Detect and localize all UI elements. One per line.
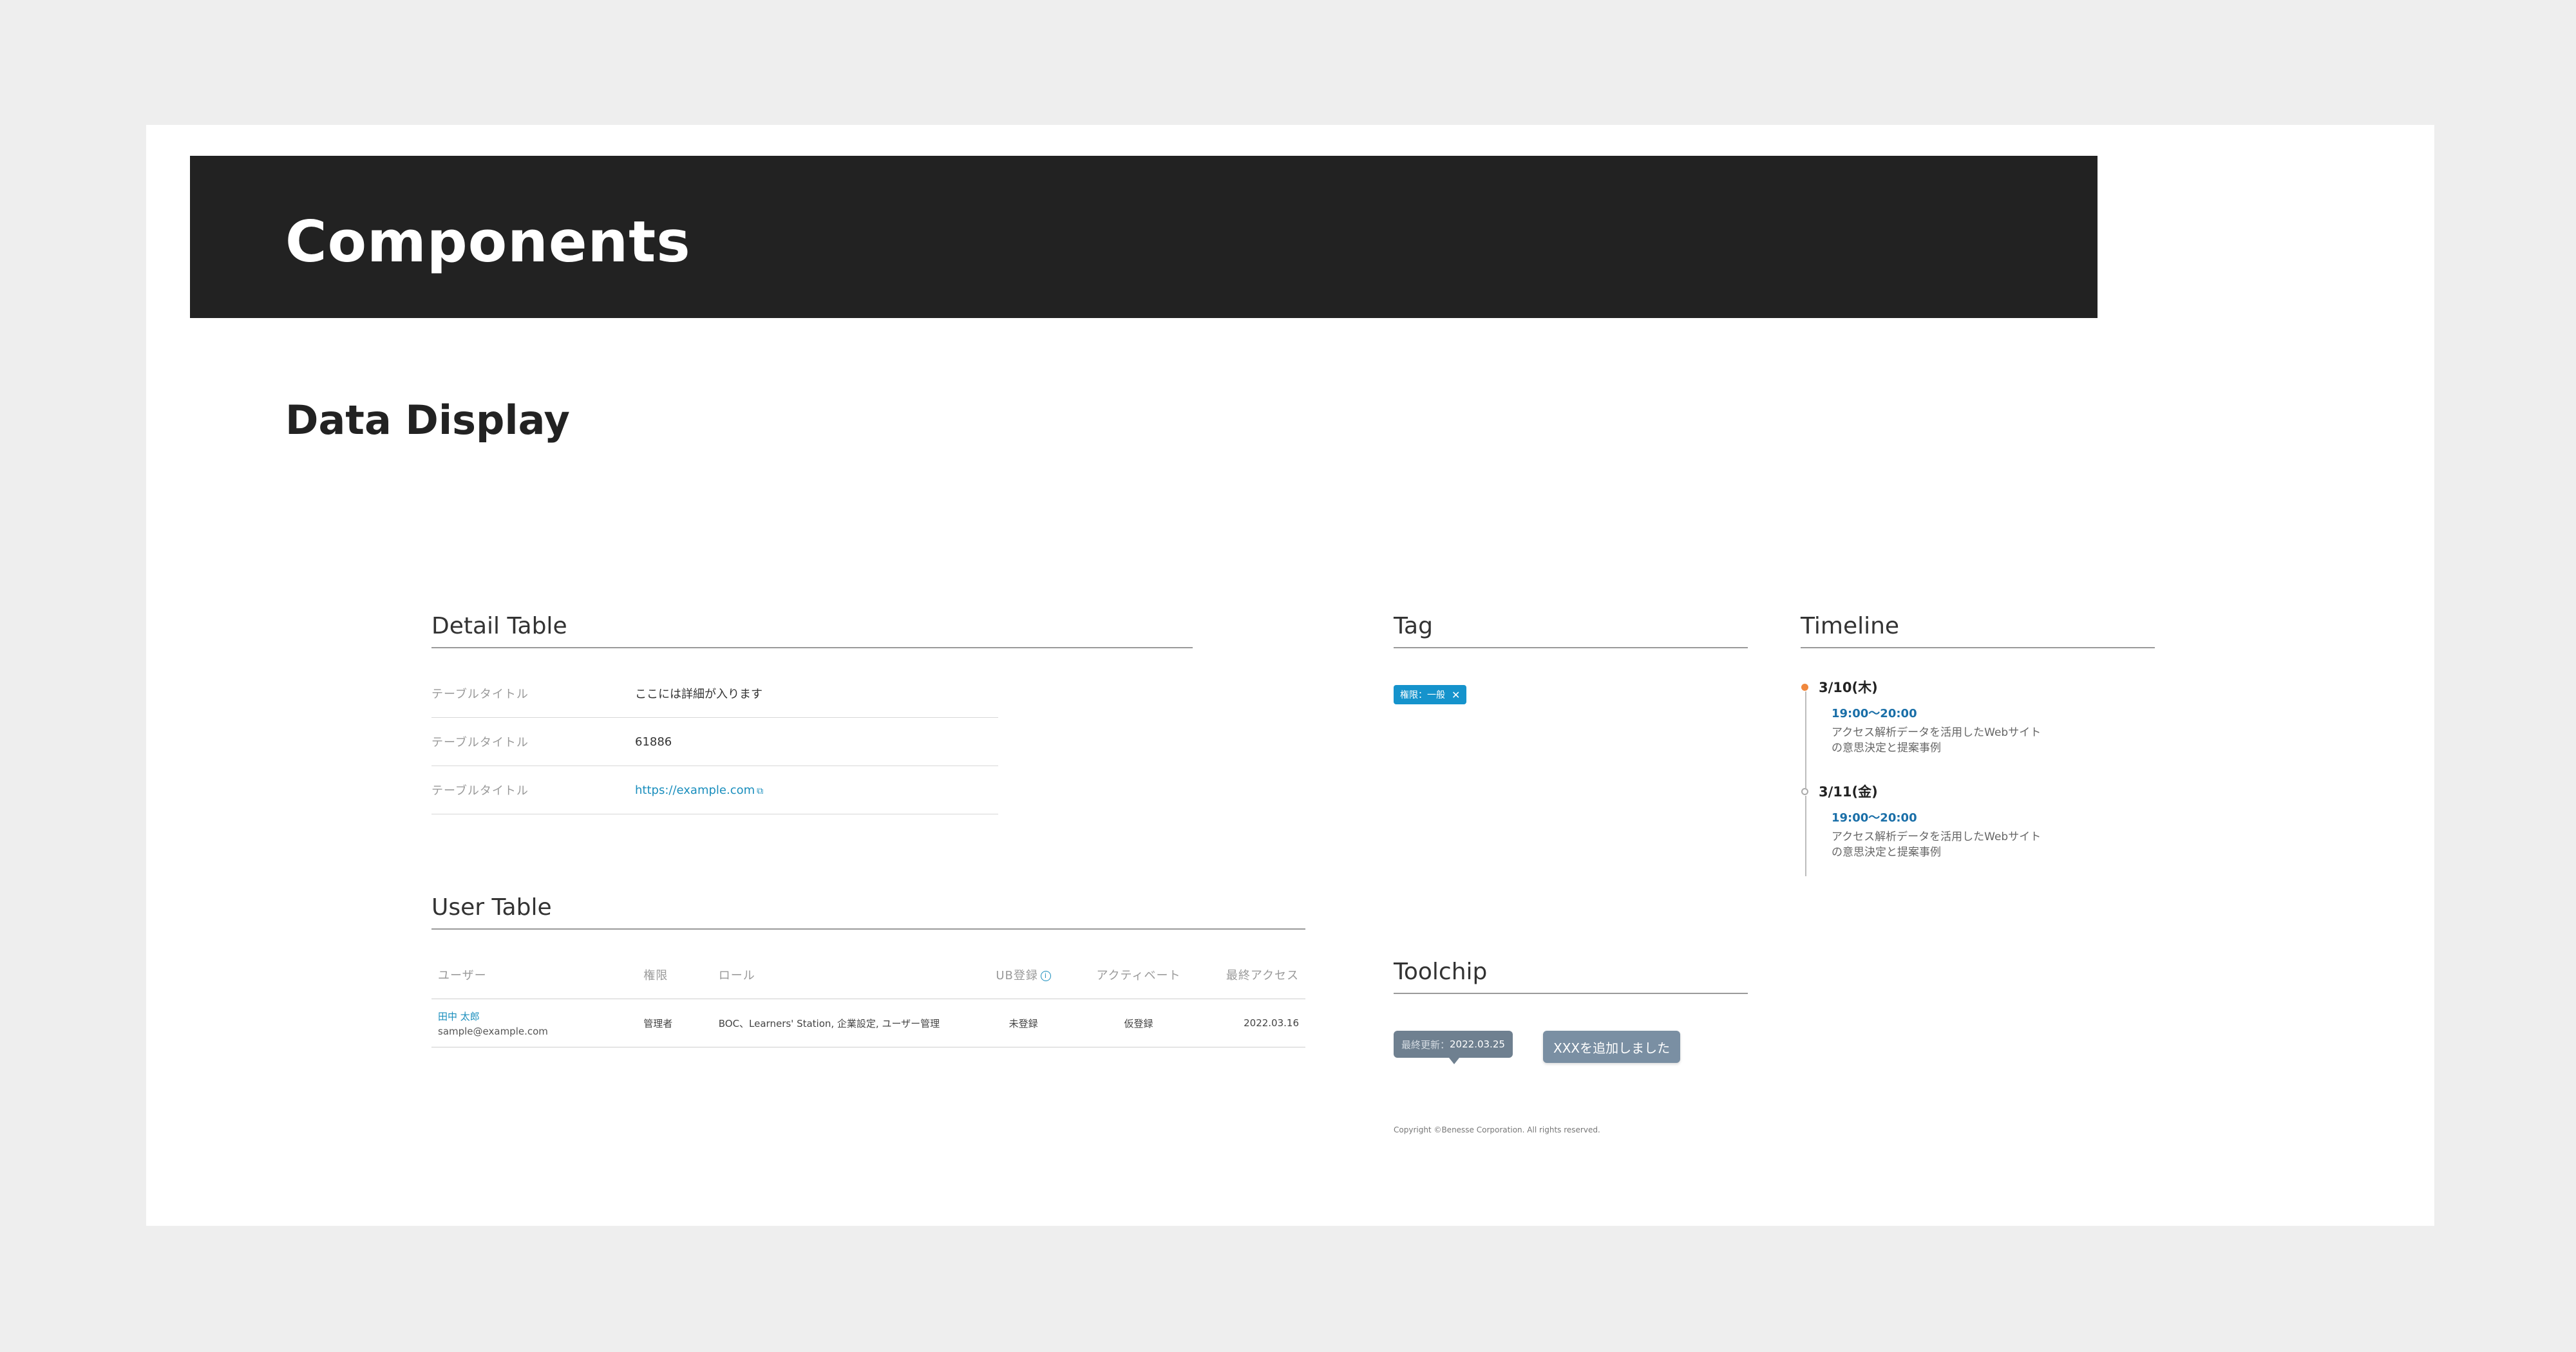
detail-value: ここには詳細が入ります: [635, 688, 762, 701]
detail-label: テーブルタイトル: [431, 784, 529, 798]
user-email: sample@example.com: [438, 1025, 548, 1037]
timeline-line: [1805, 796, 1806, 876]
user-table: ユーザー 権限 ロール UB登録 i アクティベート 最終アクセス 田中 太郎 s…: [431, 951, 1305, 1047]
column-header-ub-label: UB登録: [996, 969, 1038, 982]
timeline-desc: アクセス解析データを活用したWebサイトの意思決定と提案事例: [1832, 831, 2041, 859]
timeline-dot-active: [1801, 684, 1808, 691]
added-notification-chip[interactable]: XXXを追加しました: [1543, 1031, 1681, 1063]
page-title: Components: [285, 209, 691, 275]
detail-row: テーブルタイトル 61886: [431, 718, 998, 766]
tag-label: 権限：一般: [1400, 690, 1445, 700]
detail-row: テーブルタイトル https://example.com ⧉: [431, 766, 998, 814]
timeline-item: 3/10(木) 19:00〜20:00 アクセス解析データを活用したWebサイト…: [1801, 676, 2071, 788]
detail-row: テーブルタイトル ここには詳細が入ります: [431, 670, 998, 718]
detail-value: 61886: [635, 735, 672, 749]
detail-label: テーブルタイトル: [431, 736, 529, 749]
timeline-time: 19:00〜20:00: [1832, 811, 1917, 825]
timeline-date: 3/10(木): [1819, 680, 1878, 695]
user-cell: 田中 太郎 sample@example.com: [431, 999, 638, 1047]
tag-title: Tag: [1394, 615, 1748, 648]
user-name-link[interactable]: 田中 太郎: [438, 1009, 630, 1023]
timeline-title: Timeline: [1801, 615, 2155, 648]
table-row[interactable]: 田中 太郎 sample@example.com 管理者 BOC、Learner…: [431, 999, 1305, 1047]
detail-table-title: Detail Table: [431, 615, 1193, 648]
copyright: Copyright ©Benesse Corporation. All righ…: [1394, 1125, 1600, 1134]
column-header-permission: 権限: [637, 951, 712, 999]
column-header-activate: アクティベート: [1073, 951, 1204, 999]
timeline-dot-inactive: [1801, 788, 1808, 795]
role-cell: BOC、Learners' Station, 企業設定, ユーザー管理: [712, 999, 974, 1047]
info-icon[interactable]: i: [1040, 971, 1051, 981]
timeline-line: [1805, 691, 1806, 788]
detail-table: テーブルタイトル ここには詳細が入ります テーブルタイトル 61886 テーブル…: [431, 670, 998, 814]
detail-label: テーブルタイトル: [431, 688, 529, 701]
tooltip-chip-label: 最終更新：: [1401, 1038, 1450, 1051]
detail-link-text[interactable]: https://example.com: [635, 784, 755, 797]
timeline: 3/10(木) 19:00〜20:00 アクセス解析データを活用したWebサイト…: [1801, 676, 2071, 876]
timeline-date: 3/11(金): [1819, 784, 1878, 800]
external-link-icon: ⧉: [757, 785, 764, 796]
ub-status-cell: 未登録: [973, 999, 1074, 1047]
column-header-role: ロール: [712, 951, 974, 999]
last-access-cell: 2022.03.16: [1204, 999, 1305, 1047]
column-header-ub: UB登録 i: [973, 951, 1074, 999]
timeline-time: 19:00〜20:00: [1832, 707, 1917, 720]
table-header-row: ユーザー 権限 ロール UB登録 i アクティベート 最終アクセス: [431, 951, 1305, 999]
detail-link[interactable]: https://example.com ⧉: [635, 784, 763, 797]
permission-cell: 管理者: [637, 999, 712, 1047]
timeline-desc: アクセス解析データを活用したWebサイトの意思決定と提案事例: [1832, 726, 2041, 755]
column-header-user: ユーザー: [431, 951, 638, 999]
tooltip-chip: 最終更新： 2022.03.25: [1394, 1031, 1513, 1064]
activate-status-cell: 仮登録: [1073, 999, 1204, 1047]
timeline-item: 3/11(金) 19:00〜20:00 アクセス解析データを活用したWebサイト…: [1801, 780, 2071, 876]
toolchip-title: Toolchip: [1394, 961, 1748, 994]
tag-chip: 権限：一般 ✕: [1394, 685, 1467, 704]
user-table-title: User Table: [431, 896, 1305, 930]
page-header: Components: [190, 156, 2098, 318]
close-icon[interactable]: ✕: [1452, 689, 1460, 701]
column-header-last-access: 最終アクセス: [1204, 951, 1305, 999]
tooltip-chip-value: 2022.03.25: [1450, 1038, 1505, 1050]
section-title: Data Display: [285, 397, 570, 444]
